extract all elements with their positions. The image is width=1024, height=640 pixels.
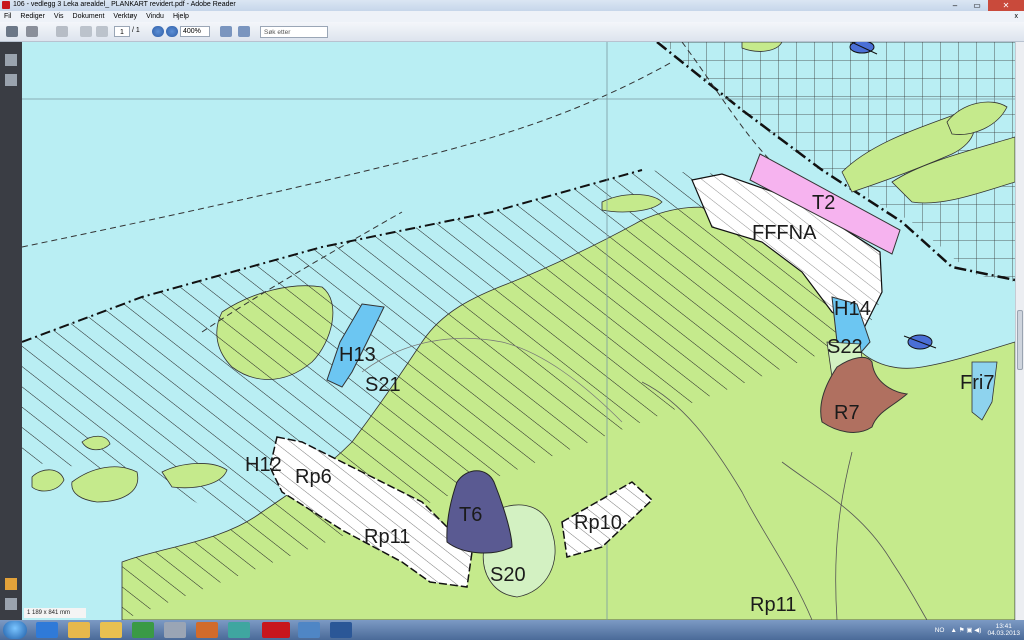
attachment-icon[interactable] xyxy=(5,598,17,610)
file-explorer-icon[interactable] xyxy=(68,622,90,638)
label-rp6: Rp6 xyxy=(295,466,332,488)
menu-vis[interactable]: Vis xyxy=(54,13,64,20)
fit-page-icon[interactable] xyxy=(220,26,232,37)
menu-verktoy[interactable]: Verktøy xyxy=(113,13,137,20)
vertical-scrollbar[interactable] xyxy=(1015,42,1024,620)
internet-explorer-icon[interactable] xyxy=(36,622,58,638)
label-t2: T2 xyxy=(812,192,836,214)
label-s20: S20 xyxy=(490,564,526,586)
menu-bar: Fil Rediger Vis Dokument Verktøy Vindu H… xyxy=(0,11,1024,22)
language-indicator[interactable]: NO xyxy=(935,627,945,634)
toolbar: 1 / 1 400% Søk etter xyxy=(0,22,1024,42)
close-document-button[interactable]: x xyxy=(1015,13,1019,20)
fit-width-icon[interactable] xyxy=(238,26,250,37)
label-h14: H14 xyxy=(834,298,871,320)
plan-map xyxy=(22,42,1015,620)
clock-time: 13:41 xyxy=(995,623,1012,630)
firefox-icon[interactable] xyxy=(196,622,218,638)
label-r7: R7 xyxy=(834,402,860,424)
signature-icon[interactable] xyxy=(5,578,17,590)
app-icon-9[interactable] xyxy=(298,622,320,638)
label-rp11-bottom: Rp11 xyxy=(750,594,797,616)
menu-hjelp[interactable]: Hjelp xyxy=(173,13,189,20)
word-icon[interactable] xyxy=(330,622,352,638)
label-h13: H13 xyxy=(339,344,376,366)
title-bar: 106 - vedlegg 3 Leka arealdel_ PLANKART … xyxy=(0,0,1024,11)
comment-icon[interactable] xyxy=(56,26,68,37)
layers-icon[interactable] xyxy=(5,74,17,86)
email-icon[interactable] xyxy=(26,26,38,37)
label-h12: H12 xyxy=(245,454,282,476)
adobe-reader-taskbar-icon[interactable] xyxy=(262,622,290,638)
app-icon-5[interactable] xyxy=(164,622,186,638)
page-total: / 1 xyxy=(132,27,140,34)
label-fri7: Fri7 xyxy=(960,372,995,394)
label-rp10: Rp10 xyxy=(574,512,622,534)
scrollbar-thumb[interactable] xyxy=(1017,310,1023,370)
excel-icon[interactable] xyxy=(132,622,154,638)
page-thumbnails-icon[interactable] xyxy=(5,54,17,66)
search-input[interactable]: Søk etter xyxy=(260,26,328,38)
label-rp11: Rp11 xyxy=(364,526,411,548)
zoom-select[interactable]: 400% xyxy=(180,26,210,37)
minimize-button[interactable]: – xyxy=(944,0,966,11)
outlook-icon[interactable] xyxy=(100,622,122,638)
page-number-input[interactable]: 1 xyxy=(114,26,130,37)
pdf-map-view[interactable]: T2 FFFNA H14 S22 H13 S21 Fri7 R7 H12 Rp6… xyxy=(22,42,1015,620)
window-title: 106 - vedlegg 3 Leka arealdel_ PLANKART … xyxy=(13,1,236,8)
previous-page-icon[interactable] xyxy=(80,26,92,37)
zoom-value: 400% xyxy=(183,28,201,35)
label-fffna: FFFNA xyxy=(752,222,817,244)
print-icon[interactable] xyxy=(6,26,18,37)
app-icon-7[interactable] xyxy=(228,622,250,638)
adobe-reader-icon xyxy=(2,1,10,9)
next-page-icon[interactable] xyxy=(96,26,108,37)
zoom-out-icon[interactable] xyxy=(152,26,164,37)
tray-icons[interactable]: ▲ ⚑ ▣ ◀) xyxy=(950,626,981,634)
maximize-button[interactable]: ▭ xyxy=(966,0,988,11)
window-controls: – ▭ ✕ xyxy=(944,0,1024,11)
label-s22: S22 xyxy=(827,336,863,358)
start-button[interactable] xyxy=(3,621,27,639)
zoom-in-icon[interactable] xyxy=(166,26,178,37)
menu-rediger[interactable]: Rediger xyxy=(20,13,45,20)
menu-fil[interactable]: Fil xyxy=(4,13,11,20)
clock[interactable]: 13:41 04.03.2013 xyxy=(987,623,1020,637)
label-s21: S21 xyxy=(365,374,401,396)
document-size: 1 189 x 841 mm xyxy=(24,608,86,618)
label-t6: T6 xyxy=(459,504,483,526)
close-button[interactable]: ✕ xyxy=(988,0,1024,11)
clock-date: 04.03.2013 xyxy=(987,630,1020,637)
navigation-panel xyxy=(0,42,22,620)
menu-dokument[interactable]: Dokument xyxy=(73,13,105,20)
taskbar: NO ▲ ⚑ ▣ ◀) 13:41 04.03.2013 xyxy=(0,620,1024,640)
menu-vindu[interactable]: Vindu xyxy=(146,13,164,20)
system-tray: NO ▲ ⚑ ▣ ◀) 13:41 04.03.2013 xyxy=(935,620,1020,640)
